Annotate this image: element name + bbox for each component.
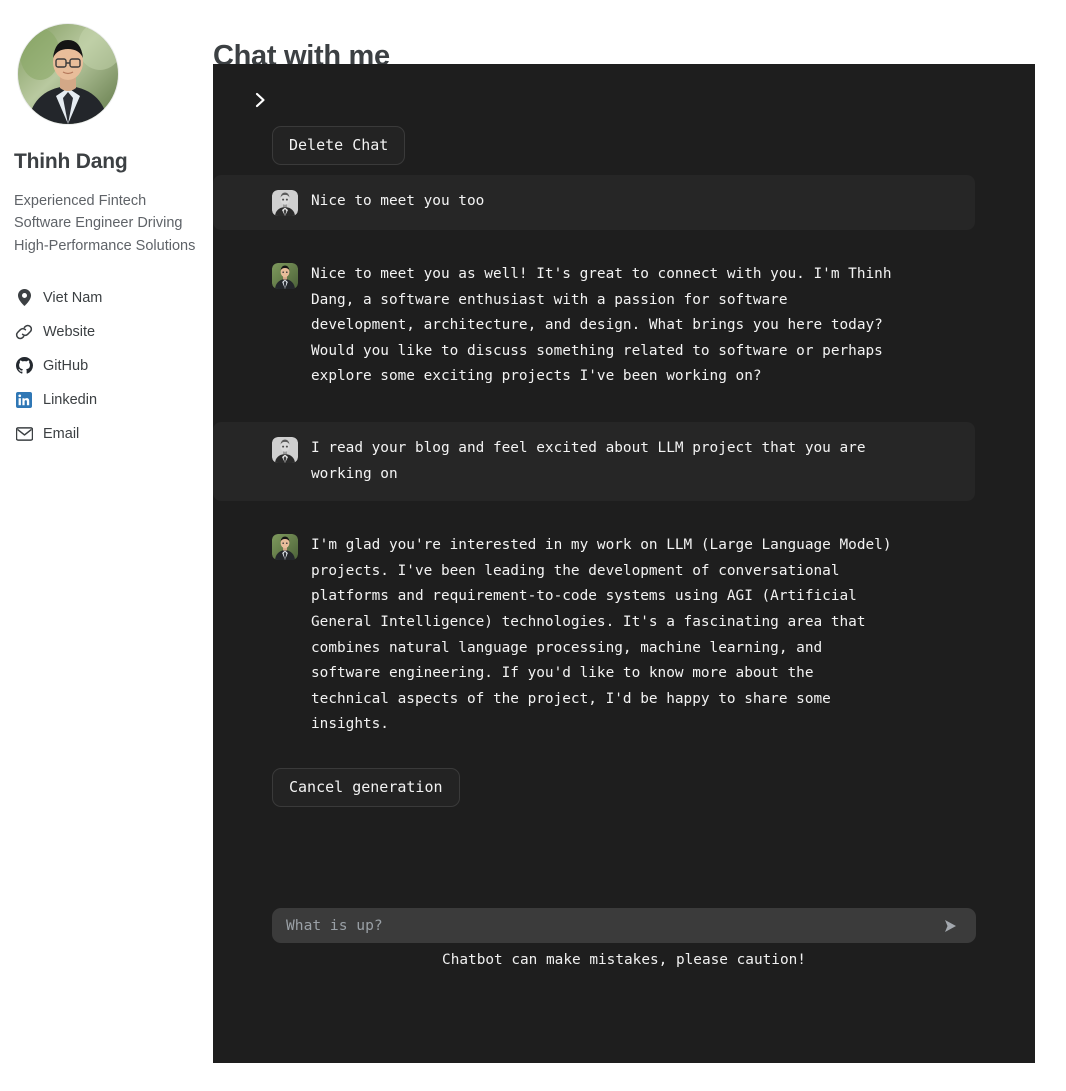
- message-row-user: Nice to meet you too: [213, 175, 975, 230]
- message-row-user: I read your blog and feel excited about …: [213, 421, 975, 502]
- message-row-bot: Nice to meet you as well! It's great to …: [213, 248, 1035, 404]
- profile-name: Thinh Dang: [14, 150, 128, 173]
- profile-sidebar: Thinh Dang Experienced Fintech Software …: [0, 0, 213, 1091]
- message-row-bot: I'm glad you're interested in my work on…: [213, 519, 1035, 752]
- avatar: [18, 24, 118, 124]
- link-item-label: Viet Nam: [43, 289, 103, 306]
- link-item-location[interactable]: Viet Nam: [14, 281, 199, 315]
- github-icon: [14, 357, 34, 375]
- send-arrow-icon[interactable]: [940, 914, 964, 938]
- link-item-email[interactable]: Email: [14, 417, 199, 451]
- chat-disclaimer: Chatbot can make mistakes, please cautio…: [442, 952, 806, 968]
- message-text: I'm glad you're interested in my work on…: [311, 537, 892, 733]
- email-icon: [14, 425, 34, 443]
- chat-input[interactable]: [286, 917, 940, 934]
- link-item-github[interactable]: GitHub: [14, 349, 199, 383]
- profile-links: Viet Nam Website GitHub Linkedin Email: [14, 281, 199, 451]
- linkedin-icon: [14, 391, 34, 409]
- link-item-label: Website: [43, 323, 96, 340]
- link-item-linkedin[interactable]: Linkedin: [14, 383, 199, 417]
- profile-tagline: Experienced Fintech Software Engineer Dr…: [14, 193, 196, 254]
- link-item-label: Linkedin: [43, 391, 98, 408]
- avatar-photo: [18, 24, 118, 124]
- delete-chat-button[interactable]: Delete Chat: [272, 126, 406, 165]
- main-content: Chat with me Delete Chat Nice to meet yo…: [213, 0, 1066, 1091]
- location-pin-icon: [14, 289, 34, 307]
- link-item-label: GitHub: [43, 357, 89, 374]
- message-text: I read your blog and feel excited about …: [311, 439, 866, 482]
- chevron-right-icon[interactable]: [249, 86, 271, 114]
- chat-composer: [272, 908, 976, 943]
- link-icon: [14, 323, 34, 341]
- cancel-generation-button[interactable]: Cancel generation: [272, 767, 460, 807]
- message-text: Nice to meet you as well! It's great to …: [311, 266, 892, 385]
- user-robot-avatar: [272, 436, 298, 463]
- message-list: Nice to meet you too Nice to meet you as…: [213, 175, 1035, 807]
- user-robot-avatar: [272, 190, 298, 216]
- link-item-label: Email: [43, 425, 80, 442]
- link-item-website[interactable]: Website: [14, 315, 199, 349]
- assistant-photo-avatar: [272, 534, 298, 561]
- message-text: Nice to meet you too: [311, 193, 485, 209]
- assistant-photo-avatar: [272, 263, 298, 289]
